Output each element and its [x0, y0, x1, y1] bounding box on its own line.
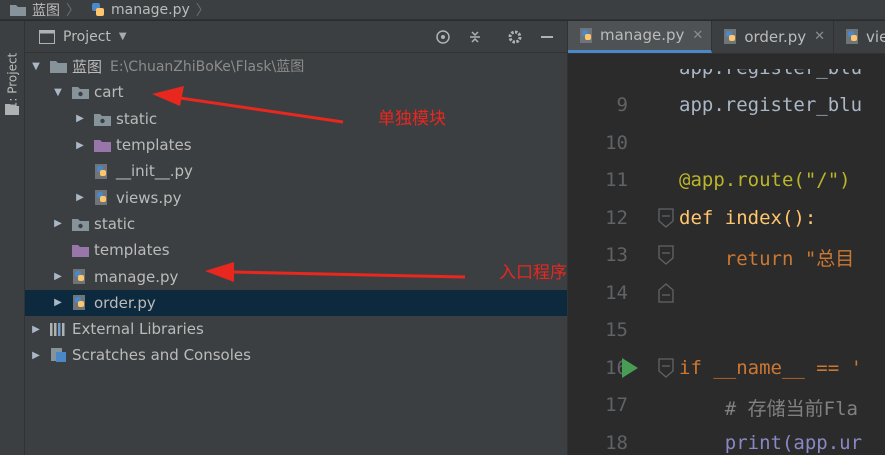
breadcrumb-file[interactable]: manage.py 〉 — [80, 0, 210, 19]
package-icon — [71, 216, 89, 232]
panel-header: Project ▼ — [25, 21, 567, 53]
tree-item-root[interactable]: ▼ 蓝图 E:\ChuanZhiBoKe\Flask\蓝图 — [25, 53, 567, 79]
fold-marker-icon[interactable] — [657, 208, 675, 228]
navigation-bar: 蓝图 〉 manage.py 〉 — [0, 0, 885, 20]
package-icon — [93, 111, 111, 127]
tree-item-views-py[interactable]: ▶ views.py — [25, 184, 567, 210]
collapsed-arrow-icon[interactable]: ▶ — [51, 297, 65, 308]
breadcrumb-root[interactable]: 蓝图 〉 — [0, 0, 80, 19]
python-file-icon — [722, 29, 740, 45]
collapsed-arrow-icon[interactable]: ▶ — [51, 271, 65, 282]
line-number: 12 — [605, 207, 628, 229]
code-line: app.register_blu — [679, 57, 863, 79]
project-view-selector[interactable]: Project ▼ — [39, 29, 127, 45]
expand-arrow-icon[interactable]: ▼ — [29, 61, 43, 72]
line-number: 13 — [605, 244, 628, 266]
window-icon — [39, 29, 55, 44]
libraries-icon — [49, 321, 67, 337]
crosshair-icon[interactable] — [433, 27, 453, 47]
project-folder-icon — [5, 104, 19, 115]
close-icon[interactable]: ✕ — [814, 29, 825, 44]
tree-item-init-py[interactable]: ▶ __init__.py — [25, 158, 567, 184]
editor-tabs: manage.py ✕ order.py ✕ vie — [568, 21, 885, 54]
project-tree: ▼ 蓝图 E:\ChuanZhiBoKe\Flask\蓝图 ▼ cart ▶ s… — [25, 53, 567, 369]
tree-item-scratches[interactable]: ▶ Scratches and Consoles — [25, 342, 567, 368]
python-file-icon — [844, 29, 862, 45]
folder-icon — [49, 58, 67, 74]
project-panel: Project ▼ ▼ 蓝图 E:\ChuanZhiBoKe\Flask\蓝图 — [25, 21, 567, 455]
code-editor: manage.py ✕ order.py ✕ vie 9 10 11 12 13… — [567, 21, 885, 455]
line-number: 10 — [605, 132, 628, 154]
line-number: 9 — [616, 94, 628, 116]
line-number: 18 — [605, 432, 628, 454]
tree-item-static[interactable]: ▶ static — [25, 211, 567, 237]
minimize-icon[interactable] — [537, 27, 557, 47]
annotation-module: 单独模块 — [378, 109, 446, 129]
line-number: 11 — [605, 169, 628, 191]
gear-icon[interactable] — [505, 27, 525, 47]
python-file-icon — [92, 2, 104, 16]
folder-purple-icon — [71, 242, 89, 258]
code-line: def index(): — [679, 207, 817, 229]
scratches-icon — [49, 347, 67, 363]
tab-views-py[interactable]: vie — [834, 21, 885, 53]
python-file-icon — [93, 190, 111, 206]
collapsed-arrow-icon[interactable]: ▶ — [73, 192, 87, 203]
python-file-icon — [93, 163, 111, 179]
code-line: # 存储当前Fla — [679, 398, 858, 420]
code-line: if __name__ == ' — [679, 357, 863, 379]
code-line: @app.route("/") — [679, 169, 851, 191]
python-file-icon — [71, 295, 89, 311]
tool-window-strip: 1: Project — [0, 21, 25, 455]
annotation-entry: 入口程序 — [499, 263, 567, 283]
code-line: print(app.ur — [679, 432, 863, 454]
fold-marker-icon[interactable] — [657, 283, 675, 303]
tree-item-cart-templates[interactable]: ▶ templates — [25, 132, 567, 158]
code-line: return "总目 — [679, 248, 855, 270]
tree-item-order-py[interactable]: ▶ order.py — [25, 289, 567, 316]
package-icon — [71, 84, 89, 100]
tree-item-manage-py[interactable]: ▶ manage.py — [25, 263, 567, 289]
python-file-icon — [71, 269, 89, 285]
line-number: 17 — [605, 394, 628, 416]
collapsed-arrow-icon[interactable]: ▶ — [29, 350, 43, 361]
python-file-icon — [578, 27, 596, 43]
folder-purple-icon — [93, 137, 111, 153]
line-number: 15 — [605, 319, 628, 341]
tree-item-templates[interactable]: ▶ templates — [25, 237, 567, 263]
folder-icon — [10, 5, 26, 16]
collapsed-arrow-icon[interactable]: ▶ — [29, 324, 43, 335]
expand-arrow-icon[interactable]: ▼ — [51, 87, 65, 98]
collapsed-arrow-icon[interactable]: ▶ — [51, 218, 65, 229]
fold-marker-icon[interactable] — [657, 245, 675, 265]
tree-item-cart[interactable]: ▼ cart — [25, 79, 567, 105]
collapsed-arrow-icon[interactable]: ▶ — [73, 140, 87, 151]
tree-item-external-libraries[interactable]: ▶ External Libraries — [25, 316, 567, 342]
run-icon[interactable] — [621, 357, 639, 379]
code-line: app.register_blu — [679, 94, 863, 116]
fold-marker-icon[interactable] — [657, 358, 675, 378]
collapsed-arrow-icon[interactable]: ▶ — [73, 113, 87, 124]
collapse-all-icon[interactable] — [465, 27, 485, 47]
tree-item-cart-static[interactable]: ▶ static — [25, 106, 567, 132]
chevron-down-icon: ▼ — [118, 31, 127, 42]
tab-order-py[interactable]: order.py ✕ — [712, 21, 835, 53]
tab-manage-py[interactable]: manage.py ✕ — [568, 21, 713, 53]
line-number: 14 — [605, 282, 628, 304]
close-icon[interactable]: ✕ — [692, 28, 703, 43]
